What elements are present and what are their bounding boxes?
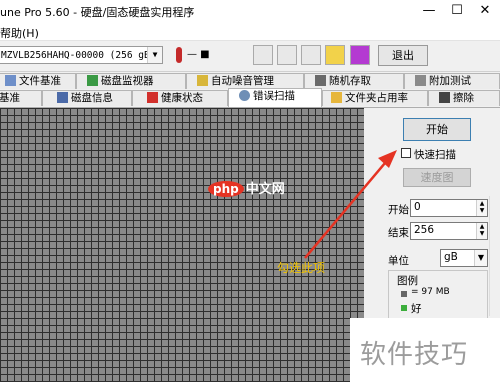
speaker-icon [197, 75, 208, 86]
tab-extra-tests[interactable]: 附加测试 [404, 73, 500, 89]
tab-erase[interactable]: 擦除 [428, 90, 500, 106]
legend-block-size: = 97 MB [411, 287, 450, 297]
save-icon[interactable] [350, 45, 370, 65]
tab-disk-info[interactable]: 磁盘信息 [42, 90, 132, 106]
legend-title: 图例 [397, 275, 418, 287]
camera-icon[interactable] [301, 45, 321, 65]
file-icon [5, 75, 16, 86]
tab-benchmark[interactable]: 基准 [0, 90, 42, 106]
title-bar: une Pro 5.60 - 硬盘/固态硬盘实用程序 — ☐ ✕ [0, 0, 500, 22]
tab-file-benchmark[interactable]: 文件基准 [0, 73, 76, 89]
start-field-label: 开始 [388, 204, 409, 216]
chevron-down-icon[interactable]: ▼ [474, 250, 487, 266]
random-icon [315, 75, 326, 86]
folder-icon [331, 92, 342, 103]
thermometer-icon [176, 47, 182, 63]
temperature-readout: — ■ [187, 49, 210, 60]
unit-select[interactable]: gB ▼ [440, 249, 488, 267]
drive-select-value: MZVLB256HAHQ-00000 (256 gB) [1, 50, 156, 61]
toolbar: MZVLB256HAHQ-00000 (256 gB) ▼ — ■ 退出 [0, 41, 500, 72]
chevron-down-icon[interactable]: ▼ [147, 47, 162, 63]
php-watermark-logo: php 中文网 [208, 178, 285, 197]
scan-block-grid [0, 108, 364, 382]
quick-scan-label: 快速扫描 [414, 149, 456, 161]
site-watermark: 软件技巧 [350, 318, 500, 382]
magnifier-icon [239, 90, 250, 101]
monitor-icon [87, 75, 98, 86]
tabs-row-1: 文件基准 磁盘监视器 自动噪音管理 随机存取 附加测试 [0, 72, 500, 89]
copy-icon[interactable] [253, 45, 273, 65]
speed-map-button[interactable]: 速度图 [403, 168, 471, 187]
health-icon [147, 92, 158, 103]
minimize-button[interactable]: — [416, 2, 442, 20]
menu-help[interactable]: 帮助(H) [0, 25, 39, 41]
erase-icon [439, 92, 450, 103]
tab-random-access[interactable]: 随机存取 [304, 73, 404, 89]
end-field-label: 结束 [388, 227, 409, 239]
quick-scan-checkbox[interactable] [401, 148, 411, 158]
spinner-icon[interactable]: ▲ ▼ [476, 200, 487, 216]
exit-button[interactable]: 退出 [378, 45, 428, 66]
options-icon[interactable] [325, 45, 345, 65]
ok-swatch-icon [401, 305, 407, 311]
tab-error-scan[interactable]: 错误扫描 [228, 88, 322, 107]
close-button[interactable]: ✕ [472, 2, 498, 20]
maximize-button[interactable]: ☐ [444, 2, 470, 20]
window-title: une Pro 5.60 - 硬盘/固态硬盘实用程序 [0, 6, 195, 19]
extra-icon [415, 75, 426, 86]
start-button[interactable]: 开始 [403, 118, 471, 141]
end-field[interactable]: 256 ▲ ▼ [410, 222, 488, 240]
tab-noise-management[interactable]: 自动噪音管理 [186, 73, 304, 89]
menu-bar: 帮助(H) [0, 22, 500, 41]
drive-select[interactable]: MZVLB256HAHQ-00000 (256 gB) ▼ [0, 46, 163, 64]
tab-health[interactable]: 健康状态 [132, 90, 228, 106]
unit-label: 单位 [388, 255, 409, 267]
legend-ok: 好 [411, 303, 422, 315]
annotation-label: 勾选此项 [277, 261, 326, 275]
tabs-row-2: 基准 磁盘信息 健康状态 错误扫描 文件夹占用率 擦除 [0, 88, 500, 108]
copy-text-icon[interactable] [277, 45, 297, 65]
spinner-icon[interactable]: ▲ ▼ [476, 223, 487, 239]
scrollbar[interactable] [489, 196, 500, 316]
tab-disk-monitor[interactable]: 磁盘监视器 [76, 73, 186, 89]
block-swatch-icon [401, 291, 407, 297]
start-field[interactable]: 0 ▲ ▼ [410, 199, 488, 217]
info-icon [57, 92, 68, 103]
tab-folder-usage[interactable]: 文件夹占用率 [322, 90, 428, 106]
